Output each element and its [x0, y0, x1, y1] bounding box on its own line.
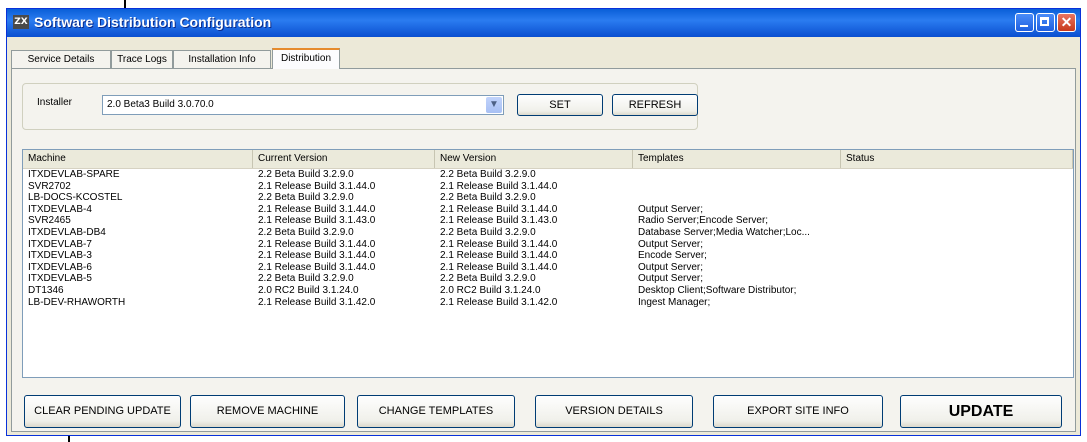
version-details-button[interactable]: VERSION DETAILS [535, 395, 693, 428]
table-row[interactable]: ITXDEVLAB-SPARE 2.2 Beta Build 3.2.9.0 2.2… [23, 169, 1073, 181]
cell-current-version: 2.1 Release Build 3.1.44.0 [258, 180, 376, 192]
table-row[interactable]: ITXDEVLAB-5 2.2 Beta Build 3.2.9.0 2.2 Bet… [23, 273, 1073, 285]
cell-templates: Output Server; [638, 203, 704, 215]
chevron-down-icon[interactable]: ▼ [486, 97, 502, 113]
table-row[interactable]: SVR2702 2.1 Release Build 3.1.44.0 2.1 Rel… [23, 181, 1073, 193]
table-row[interactable]: LB-DEV-RHAWORTH 2.1 Release Build 3.1.42.… [23, 297, 1073, 309]
cell-new-version: 2.2 Beta Build 3.2.9.0 [440, 273, 536, 285]
table-row[interactable]: ITXDEVLAB-DB4 2.2 Beta Build 3.2.9.0 2.2 B… [23, 227, 1073, 239]
cell-machine: ITXDEVLAB-DB4 [28, 226, 106, 238]
cell-current-version: 2.1 Release Build 3.1.44.0 [258, 238, 376, 250]
maximize-icon [1040, 17, 1049, 26]
cell-current-version: 2.0 RC2 Build 3.1.24.0 [258, 284, 359, 296]
machines-table[interactable]: Machine Current Version New Version Temp… [22, 149, 1074, 378]
cell-current-version: 2.2 Beta Build 3.2.9.0 [258, 192, 354, 204]
close-icon: ✕ [1060, 14, 1073, 30]
cell-current-version: 2.2 Beta Build 3.2.9.0 [258, 169, 354, 180]
cell-current-version: 2.2 Beta Build 3.2.9.0 [258, 226, 354, 238]
cell-new-version: 2.0 RC2 Build 3.1.24.0 [440, 284, 541, 296]
app-icon: ZX [13, 15, 29, 29]
tab-service-details[interactable]: Service Details [11, 50, 111, 68]
remove-machine-button[interactable]: REMOVE MACHINE [190, 395, 345, 428]
table-row[interactable]: ITXDEVLAB-7 2.1 Release Build 3.1.44.0 2.1… [23, 239, 1073, 251]
cell-current-version: 2.1 Release Build 3.1.44.0 [258, 203, 376, 215]
tab-installation-info[interactable]: Installation Info [173, 50, 271, 68]
table-row[interactable]: LB-DOCS-KCOSTEL 2.2 Beta Build 3.2.9.0 2.2… [23, 192, 1073, 204]
maximize-button[interactable] [1036, 13, 1055, 32]
tab-trace-logs[interactable]: Trace Logs [111, 50, 173, 68]
cell-new-version: 2.1 Release Build 3.1.44.0 [440, 261, 558, 273]
cell-machine: DT1346 [28, 284, 64, 296]
table-row[interactable]: ITXDEVLAB-4 2.1 Release Build 3.1.44.0 2.1… [23, 204, 1073, 216]
column-header-new-version[interactable]: New Version [435, 150, 633, 168]
update-button[interactable]: UPDATE [900, 395, 1062, 428]
installer-label: Installer [37, 97, 73, 108]
column-header-current-version[interactable]: Current Version [253, 150, 435, 168]
cell-templates: Output Server; [638, 273, 704, 285]
cell-new-version: 2.2 Beta Build 3.2.9.0 [440, 226, 536, 238]
cell-machine: ITXDEVLAB-6 [28, 261, 92, 273]
cell-machine: ITXDEVLAB-SPARE [28, 169, 120, 180]
minimize-button[interactable] [1015, 13, 1034, 32]
cell-templates: Output Server; [638, 238, 704, 250]
installer-selected-value: 2.0 Beta3 Build 3.0.70.0 [107, 99, 214, 110]
cell-current-version: 2.1 Release Build 3.1.44.0 [258, 250, 376, 262]
cell-templates: Radio Server;Encode Server; [638, 215, 769, 227]
cell-new-version: 2.1 Release Build 3.1.43.0 [440, 215, 558, 227]
cell-machine: SVR2465 [28, 215, 71, 227]
table-body: ITXDEVLAB-SPARE 2.2 Beta Build 3.2.9.0 2.2… [23, 169, 1073, 308]
cell-current-version: 2.1 Release Build 3.1.44.0 [258, 261, 376, 273]
change-templates-button[interactable]: CHANGE TEMPLATES [357, 395, 515, 428]
cell-current-version: 2.1 Release Build 3.1.42.0 [258, 296, 376, 308]
export-site-info-button[interactable]: EXPORT SITE INFO [713, 395, 883, 428]
cell-templates: Encode Server; [638, 250, 707, 262]
cell-machine: ITXDEVLAB-3 [28, 250, 92, 262]
cell-machine: LB-DEV-RHAWORTH [28, 296, 126, 308]
table-row[interactable]: ITXDEVLAB-6 2.1 Release Build 3.1.44.0 2.1… [23, 262, 1073, 274]
cell-new-version: 2.1 Release Build 3.1.42.0 [440, 296, 558, 308]
refresh-button[interactable]: REFRESH [612, 94, 698, 116]
cell-templates: Ingest Manager; [638, 296, 711, 308]
cell-new-version: 2.1 Release Build 3.1.44.0 [440, 238, 558, 250]
cell-new-version: 2.2 Beta Build 3.2.9.0 [440, 169, 536, 180]
clear-pending-update-button[interactable]: CLEAR PENDING UPDATE [24, 395, 181, 428]
table-row[interactable]: ITXDEVLAB-3 2.1 Release Build 3.1.44.0 2.1… [23, 250, 1073, 262]
cell-current-version: 2.2 Beta Build 3.2.9.0 [258, 273, 354, 285]
installer-group: Installer 2.0 Beta3 Build 3.0.70.0 ▼ SET… [22, 83, 698, 130]
minimize-icon [1020, 25, 1028, 27]
tab-distribution[interactable]: Distribution [272, 48, 340, 69]
title-bar[interactable]: ZX Software Distribution Configuration ✕ [7, 9, 1080, 37]
cell-machine: ITXDEVLAB-4 [28, 203, 92, 215]
table-row[interactable]: DT1346 2.0 RC2 Build 3.1.24.0 2.0 RC2 Buil… [23, 285, 1073, 297]
table-header: Machine Current Version New Version Temp… [23, 150, 1073, 169]
column-header-machine[interactable]: Machine [23, 150, 253, 168]
cell-current-version: 2.1 Release Build 3.1.43.0 [258, 215, 376, 227]
cell-templates: Output Server; [638, 261, 704, 273]
cell-machine: SVR2702 [28, 180, 71, 192]
cell-machine: ITXDEVLAB-5 [28, 273, 92, 285]
cell-new-version: 2.1 Release Build 3.1.44.0 [440, 250, 558, 262]
set-button[interactable]: SET [517, 94, 603, 116]
cell-templates: Desktop Client;Software Distributor; [638, 284, 797, 296]
app-window: ZX Software Distribution Configuration ✕… [6, 8, 1081, 436]
table-row[interactable]: SVR2465 2.1 Release Build 3.1.43.0 2.1 Rel… [23, 215, 1073, 227]
cell-templates: Database Server;Media Watcher;Loc... [638, 226, 810, 238]
close-button[interactable]: ✕ [1057, 13, 1076, 32]
column-header-templates[interactable]: Templates [633, 150, 841, 168]
cell-new-version: 2.1 Release Build 3.1.44.0 [440, 203, 558, 215]
cell-new-version: 2.1 Release Build 3.1.44.0 [440, 180, 558, 192]
cell-machine: LB-DOCS-KCOSTEL [28, 192, 123, 204]
column-header-status[interactable]: Status [841, 150, 1073, 168]
cell-new-version: 2.2 Beta Build 3.2.9.0 [440, 192, 536, 204]
installer-dropdown[interactable]: 2.0 Beta3 Build 3.0.70.0 ▼ [102, 95, 504, 115]
distribution-panel: Installer 2.0 Beta3 Build 3.0.70.0 ▼ SET… [11, 68, 1076, 432]
window-title: Software Distribution Configuration [34, 14, 272, 30]
cell-machine: ITXDEVLAB-7 [28, 238, 92, 250]
